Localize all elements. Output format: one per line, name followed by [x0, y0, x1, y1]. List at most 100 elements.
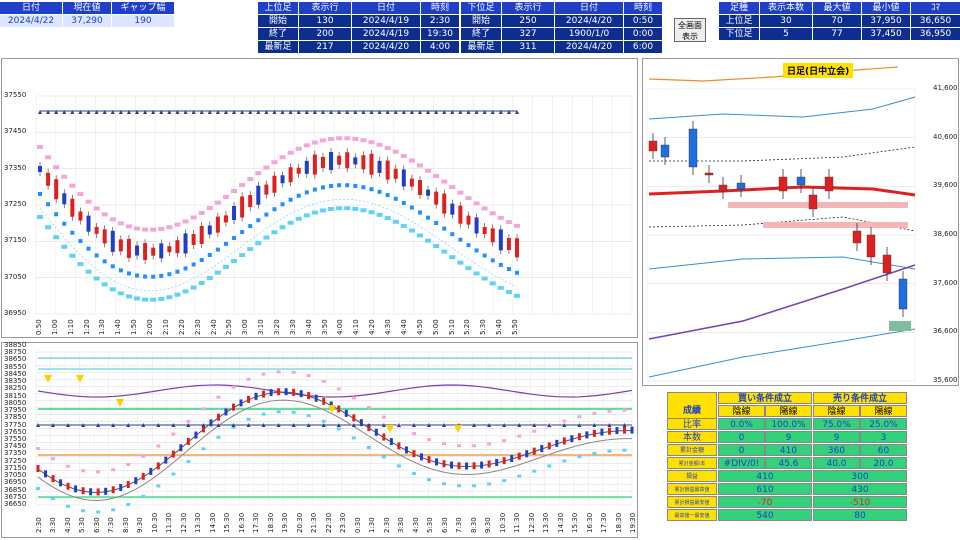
blue-band-marker	[393, 196, 398, 201]
upper-row-date: 2024/4/19	[352, 28, 420, 40]
y-tick-label: 37050	[4, 272, 27, 281]
y-tick-label: 39,600	[933, 181, 958, 190]
blue-band-marker	[223, 241, 228, 246]
pink-marker	[111, 468, 116, 472]
candle-body	[404, 446, 408, 454]
candle-body	[94, 226, 99, 234]
cyan-marker	[622, 448, 627, 452]
pink-marker	[276, 370, 281, 374]
lower-row-value: 311	[502, 41, 554, 53]
cyan-band-marker	[263, 235, 270, 240]
blue-band-marker	[70, 230, 75, 235]
pink-band-marker	[489, 211, 496, 216]
sell-header: 売り条件成立	[813, 392, 907, 404]
candle-body	[256, 185, 261, 205]
pink-band-marker	[376, 142, 383, 147]
current-price-value: 37,290	[63, 15, 111, 27]
result2-buy: 540	[718, 509, 812, 521]
pink-marker	[487, 442, 492, 446]
pink-marker	[607, 409, 612, 413]
candle-body	[119, 484, 123, 492]
candle-body	[320, 156, 325, 168]
pink-band-marker	[319, 138, 326, 143]
blue-band-marker	[248, 224, 253, 229]
pink-marker	[577, 415, 582, 419]
pink-band-marker	[279, 155, 286, 160]
candle-body	[159, 243, 164, 259]
candle-body	[660, 144, 670, 158]
pink-band-marker	[497, 215, 504, 220]
pink-marker	[472, 444, 477, 448]
x-tick-label: 14:30	[556, 512, 565, 533]
date-value: 2024/4/22	[0, 15, 62, 27]
candle-body	[135, 245, 140, 256]
pink-band-marker	[271, 160, 278, 165]
cyan-band-marker	[457, 260, 464, 265]
result-cell: #DIV/0!	[718, 457, 765, 469]
candle-body	[592, 429, 596, 437]
candle-body	[607, 427, 611, 435]
result-row-label: 比率	[667, 418, 717, 430]
pink-band-marker	[392, 149, 399, 154]
cyan-band-marker	[449, 255, 456, 260]
pink-marker	[216, 395, 221, 399]
x-tick-label: 4:30	[63, 517, 72, 533]
cyan-band-marker	[53, 235, 60, 240]
pink-marker	[231, 385, 236, 389]
date-header: 日付	[0, 2, 62, 14]
candle-body	[344, 409, 348, 417]
pink-marker	[457, 444, 462, 448]
cyan-band-marker	[400, 223, 407, 228]
x-tick-label: 0:30	[353, 517, 362, 533]
candle-body	[401, 169, 406, 187]
upper-header-3: 時刻	[421, 2, 459, 14]
lower-row-label: 終了	[461, 28, 501, 40]
pink-band-marker	[190, 215, 197, 220]
candle-body	[314, 394, 318, 402]
lower-row-value: 327	[502, 28, 554, 40]
cyan-marker	[171, 472, 176, 476]
candle-body	[46, 172, 51, 186]
candle-body	[417, 180, 422, 196]
cyan-marker	[487, 482, 492, 486]
candle-body	[517, 452, 521, 460]
blue-band-marker	[458, 237, 463, 242]
x-tick-label: 5:20	[463, 319, 472, 335]
candle-body	[307, 392, 311, 400]
lower-header-2: 日付	[555, 2, 623, 14]
pink-band-marker	[360, 138, 367, 143]
cyan-marker	[66, 504, 71, 508]
pink-band-marker	[37, 145, 43, 149]
x-tick-label: 19:30	[281, 512, 290, 533]
cyan-band-marker	[69, 253, 76, 258]
result2-sell: -510	[813, 496, 907, 508]
candle-body	[577, 433, 581, 441]
pink-band-marker	[368, 140, 375, 145]
pink-band-marker	[263, 165, 270, 170]
lower-row-label: 開始	[461, 15, 501, 27]
x-tick-label: 18:30	[614, 512, 623, 533]
cyan-band-marker	[416, 233, 423, 238]
candle-body	[359, 419, 363, 427]
candle-body	[353, 157, 358, 165]
blue-band-marker	[126, 271, 131, 276]
blue-band-marker	[86, 246, 91, 251]
candle-body	[215, 216, 220, 233]
fullscreen-button[interactable]: 全画面 表示	[674, 18, 706, 42]
lower-header-1: 表示行	[502, 2, 554, 14]
candle-body	[457, 462, 461, 470]
candle-body	[191, 234, 196, 246]
y-tick-label: 41,600	[933, 84, 958, 92]
result-row-label: 累計金額	[667, 444, 717, 456]
cyan-marker	[366, 445, 371, 449]
pink-marker	[156, 444, 161, 448]
candle-body	[59, 479, 63, 487]
pink-band-marker	[61, 174, 68, 179]
cyan-band-marker	[174, 292, 181, 297]
x-tick-label: 17:30	[252, 512, 261, 533]
blue-band-marker	[417, 210, 422, 215]
lower-chart-canvas	[35, 351, 634, 514]
blue-band-marker	[369, 187, 374, 192]
sub-header: 陰線	[718, 405, 765, 417]
pink-band-marker	[247, 177, 254, 182]
